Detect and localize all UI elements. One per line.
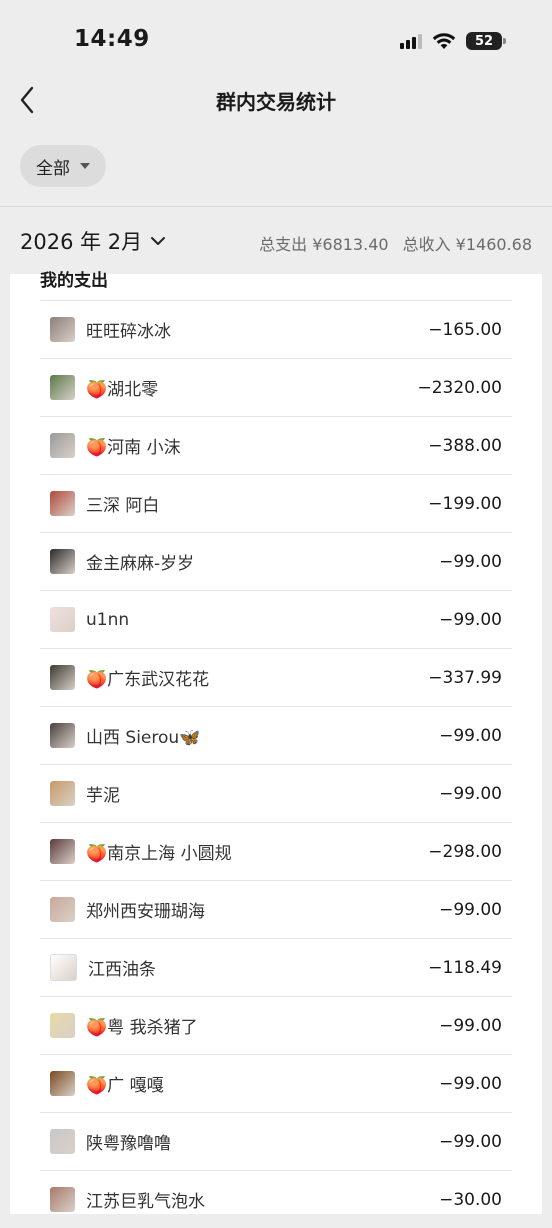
cellular-signal-icon bbox=[400, 33, 422, 49]
amount: −99.00 bbox=[439, 609, 502, 630]
transaction-row[interactable]: 🍑河南 小沫 −388.00 bbox=[40, 416, 512, 474]
amount: −99.00 bbox=[439, 899, 502, 920]
transaction-row[interactable]: 🍑粤 我杀猪了 −99.00 bbox=[40, 996, 512, 1054]
avatar bbox=[50, 839, 75, 864]
amount: −99.00 bbox=[439, 783, 502, 804]
member-name: 🍑河南 小沫 bbox=[86, 438, 181, 458]
member-name: 🍑广 嘎嘎 bbox=[86, 1076, 164, 1096]
section-title: 我的支出 bbox=[40, 271, 108, 291]
status-time: 14:49 bbox=[74, 26, 150, 52]
filter-label: 全部 bbox=[36, 158, 70, 179]
avatar bbox=[50, 1071, 75, 1096]
member-name: 陕粤豫噜噜 bbox=[86, 1134, 171, 1154]
avatar bbox=[50, 317, 75, 342]
member-name: 三深 阿白 bbox=[86, 496, 160, 516]
transaction-list: 旺旺碎冰冰 −165.00 🍑湖北零 −2320.00 🍑河南 小沫 −388.00 三深 … bbox=[40, 300, 512, 1228]
transaction-row[interactable]: 金主麻麻-岁岁 −99.00 bbox=[40, 532, 512, 590]
transaction-row[interactable]: 山西 Sierou🦋 −99.00 bbox=[40, 706, 512, 764]
filter-dropdown[interactable]: 全部 bbox=[20, 145, 106, 187]
transaction-row[interactable]: 🍑南京上海 小圆规 −298.00 bbox=[40, 822, 512, 880]
wifi-icon bbox=[432, 33, 456, 49]
avatar bbox=[50, 549, 75, 574]
member-name: 旺旺碎冰冰 bbox=[86, 322, 171, 342]
transaction-row[interactable]: 🍑湖北零 −2320.00 bbox=[40, 358, 512, 416]
amount: −2320.00 bbox=[417, 377, 502, 398]
amount: −337.99 bbox=[428, 667, 502, 688]
month-picker[interactable]: 2026 年 2月 bbox=[20, 226, 166, 256]
avatar bbox=[50, 491, 75, 516]
transaction-row[interactable]: u1nn −99.00 bbox=[40, 590, 512, 648]
total-expense: 总支出 ¥6813.40 bbox=[259, 235, 389, 254]
member-name: 🍑湖北零 bbox=[86, 380, 159, 400]
transaction-row[interactable]: 江苏巨乳气泡水 −30.00 bbox=[40, 1170, 512, 1228]
avatar bbox=[50, 781, 75, 806]
divider bbox=[0, 206, 552, 207]
member-name: 郑州西安珊瑚海 bbox=[86, 902, 205, 922]
member-name: u1nn bbox=[86, 609, 130, 630]
status-bar: 14:49 52 bbox=[0, 0, 552, 80]
amount: −99.00 bbox=[439, 1015, 502, 1036]
member-name: 🍑南京上海 小圆规 bbox=[86, 844, 232, 864]
transaction-row[interactable]: 陕粤豫噜噜 −99.00 bbox=[40, 1112, 512, 1170]
transaction-row[interactable]: 旺旺碎冰冰 −165.00 bbox=[40, 300, 512, 358]
avatar bbox=[50, 375, 75, 400]
avatar bbox=[50, 723, 75, 748]
amount: −165.00 bbox=[428, 319, 502, 340]
avatar bbox=[50, 607, 75, 632]
transaction-row[interactable]: 🍑广 嘎嘎 −99.00 bbox=[40, 1054, 512, 1112]
avatar bbox=[50, 897, 75, 922]
chevron-down-icon bbox=[151, 237, 166, 245]
amount: −388.00 bbox=[428, 435, 502, 456]
member-name: 金主麻麻-岁岁 bbox=[86, 554, 195, 574]
caret-down-icon bbox=[80, 163, 90, 169]
nav-bar: 群内交易统计 bbox=[0, 70, 552, 130]
amount: −99.00 bbox=[439, 551, 502, 572]
transaction-row[interactable]: 🍑广东武汉花花 −337.99 bbox=[40, 648, 512, 706]
member-name: 芋泥 bbox=[86, 786, 120, 806]
transaction-row[interactable]: 郑州西安珊瑚海 −99.00 bbox=[40, 880, 512, 938]
transaction-row[interactable]: 芋泥 −99.00 bbox=[40, 764, 512, 822]
avatar bbox=[50, 1129, 75, 1154]
status-icons: 52 bbox=[400, 30, 506, 52]
amount: −298.00 bbox=[428, 841, 502, 862]
avatar bbox=[50, 665, 75, 690]
avatar bbox=[50, 1013, 75, 1038]
page-title: 群内交易统计 bbox=[216, 90, 336, 114]
total-income: 总收入 ¥1460.68 bbox=[402, 235, 532, 254]
member-name: 🍑粤 我杀猪了 bbox=[86, 1018, 198, 1038]
member-name: 江西油条 bbox=[88, 960, 156, 980]
transaction-card: 我的支出 旺旺碎冰冰 −165.00 🍑湖北零 −2320.00 🍑河南 小沫 −388.… bbox=[10, 271, 542, 1214]
avatar bbox=[50, 954, 77, 981]
battery-icon: 52 bbox=[466, 32, 506, 50]
amount: −118.49 bbox=[428, 957, 502, 978]
amount: −199.00 bbox=[428, 493, 502, 514]
amount: −99.00 bbox=[439, 725, 502, 746]
member-name: 🍑广东武汉花花 bbox=[86, 670, 210, 690]
transaction-row[interactable]: 江西油条 −118.49 bbox=[40, 938, 512, 996]
avatar bbox=[50, 433, 75, 458]
amount: −99.00 bbox=[439, 1131, 502, 1152]
amount: −99.00 bbox=[439, 1073, 502, 1094]
member-name: 山西 Sierou🦋 bbox=[86, 728, 201, 748]
month-label: 2026 年 2月 bbox=[20, 230, 143, 254]
transaction-row[interactable]: 三深 阿白 −199.00 bbox=[40, 474, 512, 532]
summary: 总支出 ¥6813.40 总收入 ¥1460.68 bbox=[259, 231, 532, 255]
